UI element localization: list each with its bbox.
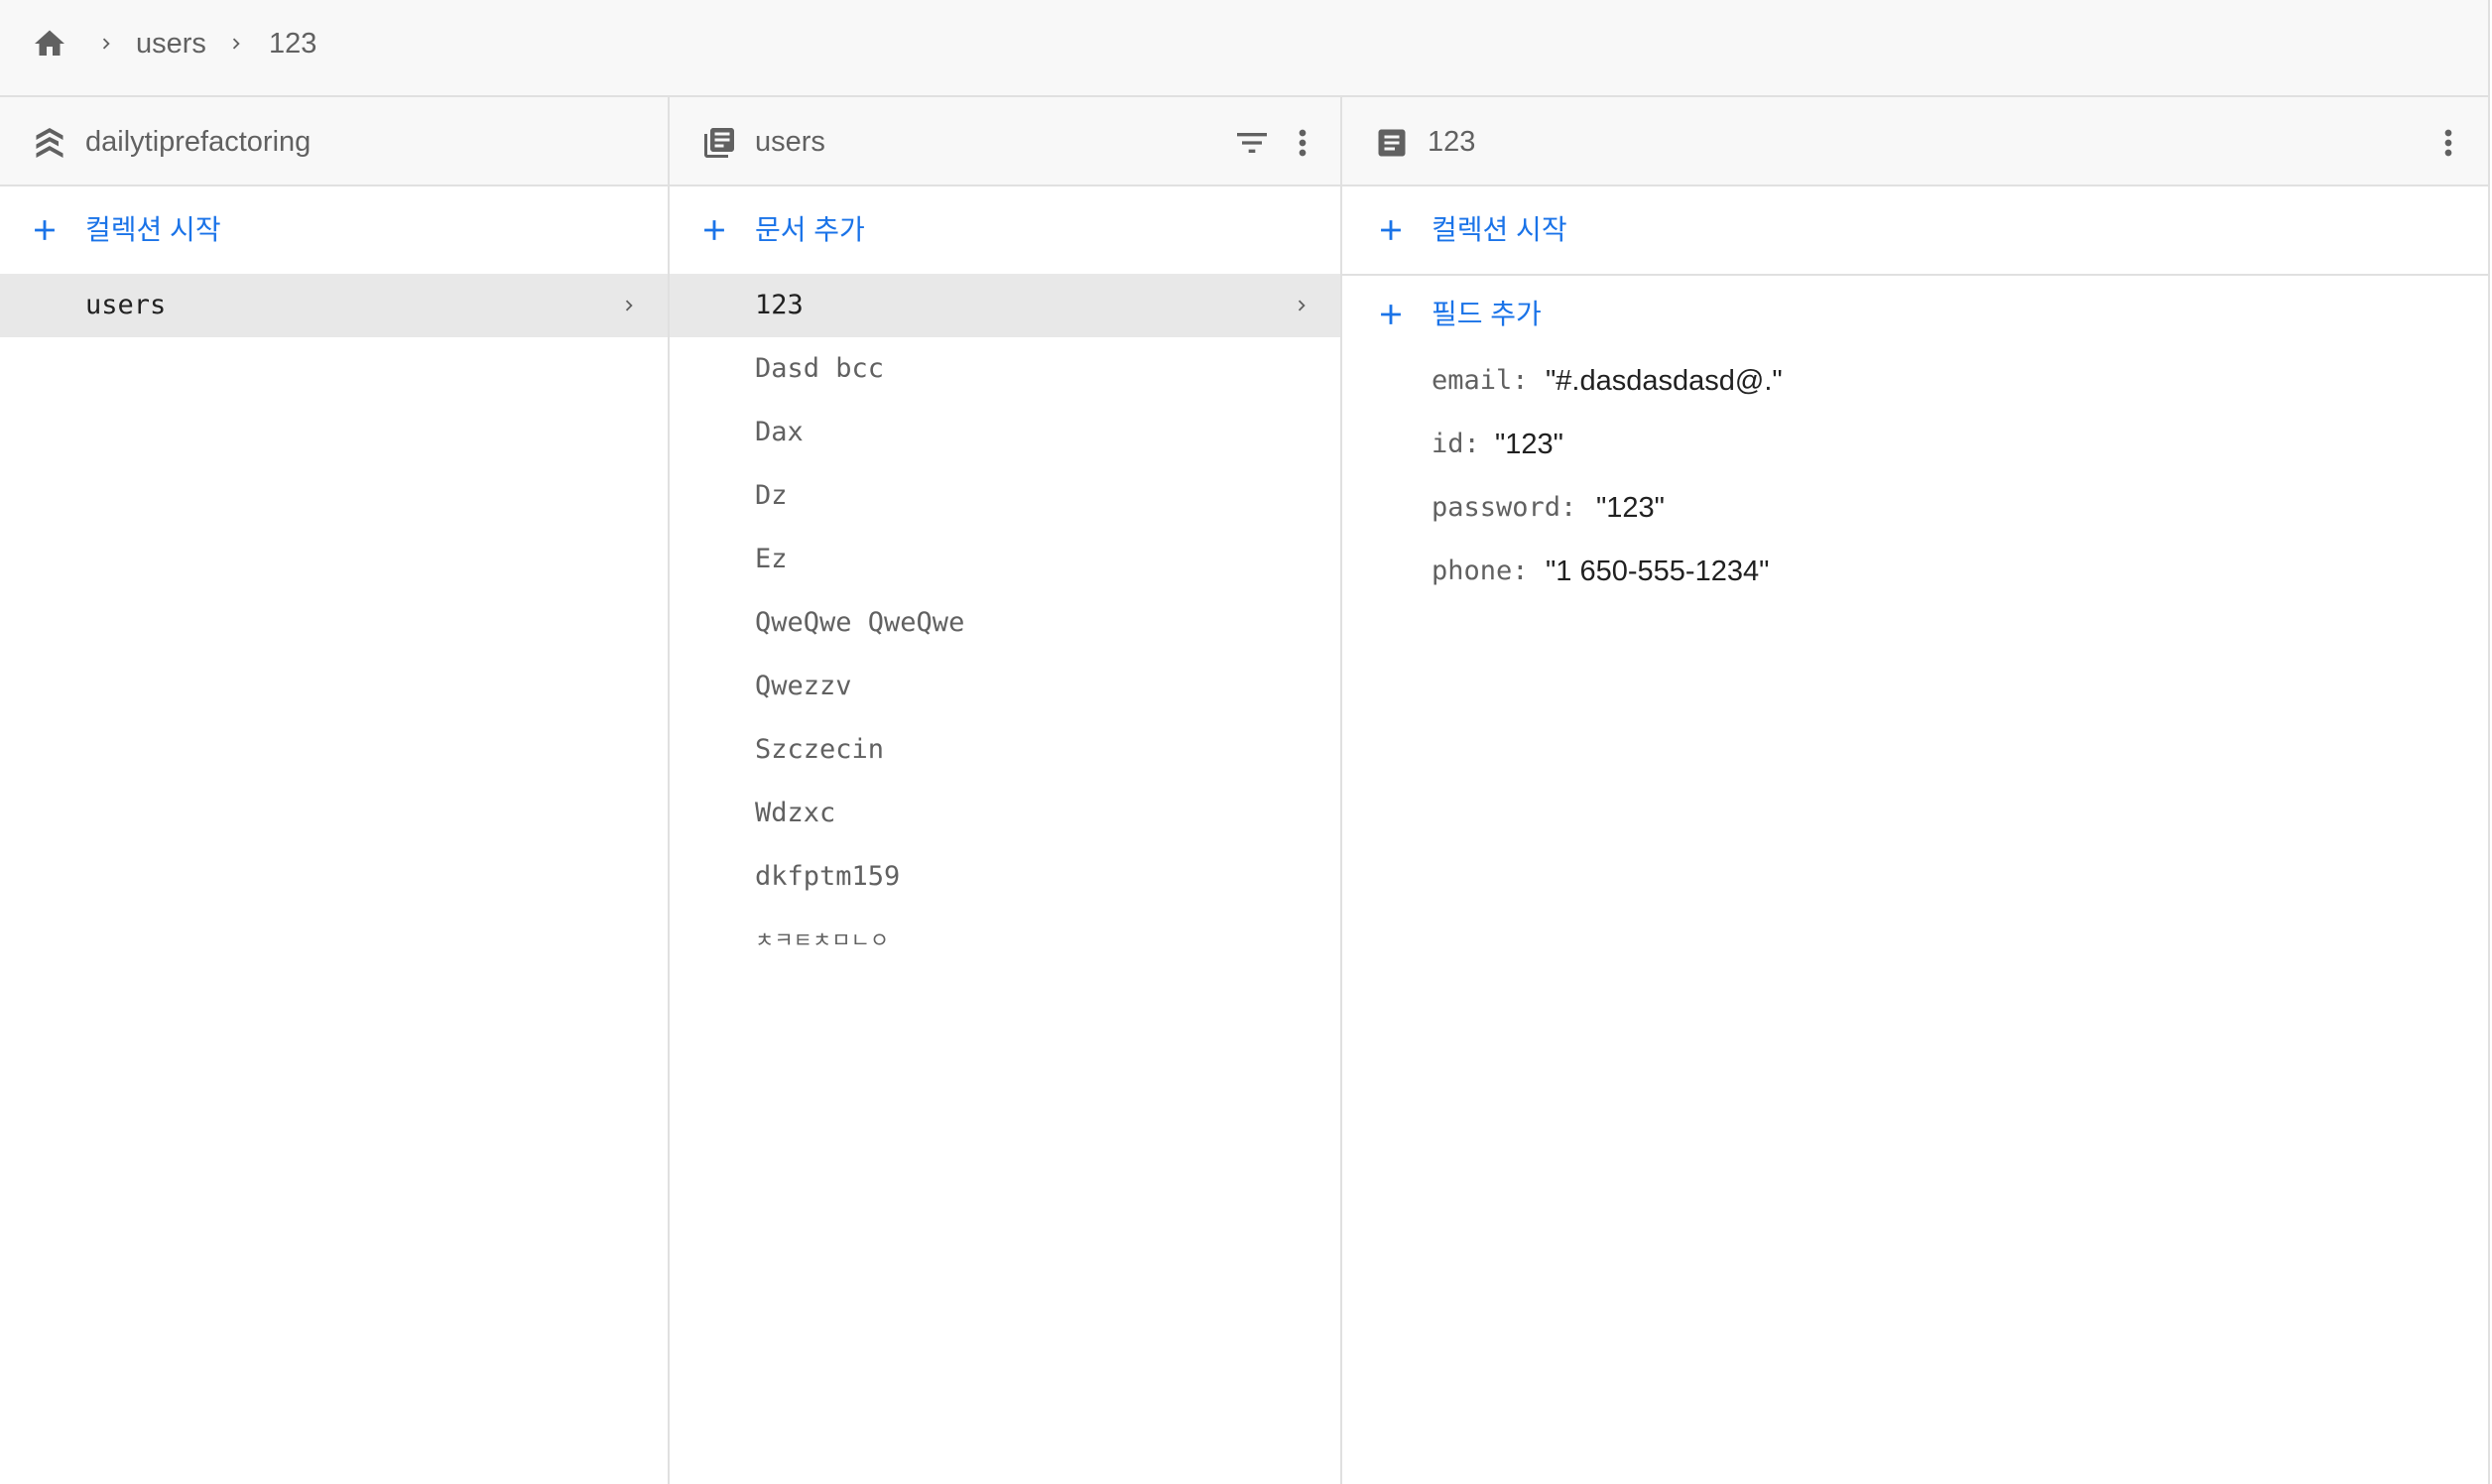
field-value: "123" (1596, 492, 1665, 524)
list-item-label: users (85, 290, 167, 320)
breadcrumb: users 123 (0, 0, 2490, 97)
field-row-password[interactable]: password: "123" (1342, 476, 2488, 540)
breadcrumb-item-document[interactable]: 123 (269, 26, 316, 62)
document-item[interactable]: Dasd bcc (670, 337, 1340, 401)
document-item[interactable]: Ez (670, 528, 1340, 591)
collection-panel-header: users (670, 97, 1340, 186)
list-item-label: 123 (755, 290, 804, 320)
document-item[interactable]: Wdzxc (670, 782, 1340, 845)
add-field-button[interactable]: 필드 추가 (1342, 276, 2488, 349)
document-item[interactable]: 123 (670, 274, 1340, 337)
list-item-label: Szczecin (755, 734, 885, 765)
plus-icon (1381, 305, 1401, 324)
chevron-right-icon (625, 300, 633, 311)
list-item-label: Dz (755, 480, 788, 511)
document-item[interactable]: QweQwe QweQwe (670, 591, 1340, 655)
add-field-label: 필드 추가 (1432, 299, 1542, 329)
list-item-label: Dasd bcc (755, 353, 885, 384)
list-item-label: Dax (755, 417, 804, 447)
document-item[interactable]: Dz (670, 464, 1340, 528)
chevron-right-icon (102, 38, 110, 50)
document-item[interactable]: dkfptm159 (670, 845, 1340, 909)
field-row-email[interactable]: email: "#.dasdasdasd@." (1342, 349, 2488, 413)
home-icon[interactable] (30, 26, 69, 62)
document-title: 123 (1428, 126, 1476, 158)
collection-panel: users 문서 추가 123 Dasd bcc Dax Dz Ez QweQw… (670, 97, 1342, 1484)
field-key: phone: (1432, 556, 1529, 586)
project-title: dailytiprefactoring (85, 126, 312, 158)
field-key: password: (1432, 492, 1577, 523)
chevron-right-icon (1298, 300, 1306, 311)
field-key: id: (1432, 429, 1480, 459)
firestore-data-viewer: users 123 dailytiprefactoring 컬렉션 시작 use… (0, 0, 2492, 1484)
add-document-button[interactable]: 문서 추가 (670, 186, 1340, 274)
start-collection-label: 컬렉션 시작 (1432, 214, 1567, 245)
collection-icon (704, 128, 734, 158)
document-item[interactable]: Szczecin (670, 718, 1340, 782)
start-collection-button[interactable]: 컬렉션 시작 (0, 186, 668, 274)
more-vert-icon[interactable] (2429, 121, 2468, 165)
field-value: "123" (1495, 429, 1563, 460)
document-item[interactable]: ㅊㅋㅌㅊㅁㄴㅇ (670, 909, 1340, 972)
collection-item-users[interactable]: users (0, 274, 668, 337)
list-item-label: ㅊㅋㅌㅊㅁㄴㅇ (755, 928, 890, 952)
list-item-label: Wdzxc (755, 798, 836, 828)
add-document-label: 문서 추가 (755, 214, 865, 245)
filter-icon[interactable] (1232, 121, 1272, 165)
list-item-label: dkfptm159 (755, 861, 901, 892)
root-panel-header: dailytiprefactoring (0, 97, 668, 186)
breadcrumb-item-users[interactable]: users (136, 26, 206, 62)
list-item-label: QweQwe QweQwe (755, 607, 965, 638)
field-key: email: (1432, 365, 1529, 396)
firestore-stack-icon (36, 128, 63, 158)
document-icon (1378, 129, 1406, 157)
chevron-right-icon (232, 38, 240, 50)
plus-icon (35, 220, 55, 240)
document-panel-header: 123 (1342, 97, 2488, 186)
field-row-phone[interactable]: phone: "1 650-555-1234" (1342, 540, 2488, 603)
field-value: "#.dasdasdasd@." (1546, 365, 1783, 397)
plus-icon (704, 220, 724, 240)
field-value: "1 650-555-1234" (1546, 556, 1770, 587)
list-item-label: Qwezzv (755, 671, 852, 701)
more-vert-icon[interactable] (1283, 121, 1322, 165)
root-panel: dailytiprefactoring 컬렉션 시작 users (0, 97, 670, 1484)
plus-icon (1381, 220, 1401, 240)
field-row-id[interactable]: id: "123" (1342, 413, 2488, 476)
document-panel: 123 컬렉션 시작 필드 추가 email: "#.dasdasdasd@."… (1342, 97, 2490, 1484)
collection-title: users (755, 126, 825, 158)
list-item-label: Ez (755, 544, 788, 574)
document-item[interactable]: Qwezzv (670, 655, 1340, 718)
document-item[interactable]: Dax (670, 401, 1340, 464)
start-collection-button[interactable]: 컬렉션 시작 (1342, 186, 2488, 276)
start-collection-label: 컬렉션 시작 (85, 214, 221, 245)
